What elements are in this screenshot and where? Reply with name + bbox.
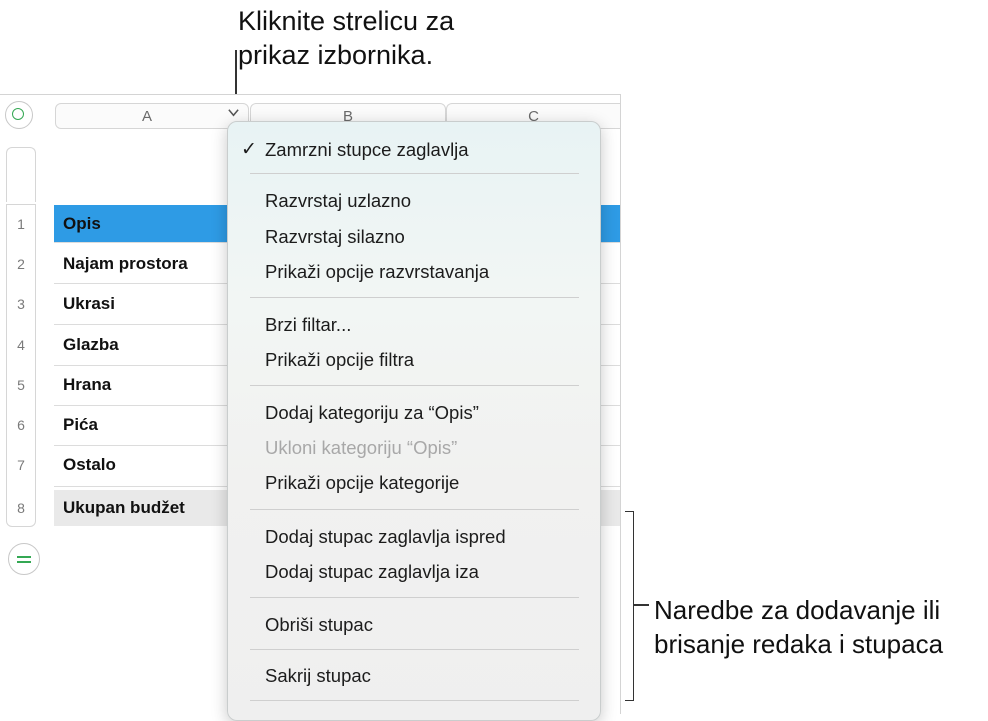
table-cell[interactable]: Hrana <box>54 365 248 405</box>
row-number[interactable]: 7 <box>6 445 36 485</box>
callout-bracket <box>625 511 634 701</box>
row-number[interactable]: 5 <box>6 365 36 405</box>
table-cell[interactable]: Najam prostora <box>54 244 248 284</box>
menu-item-sort-descending[interactable]: Razvrstaj silazno <box>265 224 405 250</box>
row-number[interactable]: 1 <box>6 204 36 244</box>
menu-item-remove-category: Ukloni kategoriju “Opis” <box>265 437 458 458</box>
table-cell-header[interactable]: Opis <box>54 204 248 244</box>
menu-item-delete-column[interactable]: Obriši stupac <box>265 612 373 638</box>
menu-item-hide-column[interactable]: Sakrij stupac <box>265 663 371 689</box>
table-cell[interactable]: Ostalo <box>54 445 248 485</box>
callout-top-line2: prikaz izbornika. <box>238 40 434 70</box>
add-rows-icon[interactable] <box>8 543 40 575</box>
row-number[interactable]: 3 <box>6 284 36 324</box>
column-dropdown-menu: ✓ Zamrzni stupce zaglavlja Razvrstaj uzl… <box>227 121 601 721</box>
menu-item-sort-ascending[interactable]: Razvrstaj uzlazno <box>265 188 411 214</box>
callout-row-column-commands: Naredbe za dodavanje ili brisanje redaka… <box>654 593 984 661</box>
row-number[interactable]: 6 <box>6 405 36 445</box>
menu-separator <box>250 385 579 386</box>
row-number[interactable]: 2 <box>6 244 36 284</box>
callout-bracket-tick <box>633 604 649 606</box>
menu-item-add-category[interactable]: Dodaj kategoriju za “Opis” <box>265 400 479 426</box>
menu-item-add-header-column-after[interactable]: Dodaj stupac zaglavlja iza <box>265 559 479 585</box>
menu-item-show-category-options[interactable]: Prikaži opcije kategorije <box>265 470 459 496</box>
checkmark-icon: ✓ <box>241 139 257 160</box>
row-gutter-top <box>6 147 36 202</box>
menu-separator <box>250 173 579 174</box>
callout-menu-arrow: Kliknite strelicu za prikaz izbornika. <box>238 4 538 72</box>
table-cell-footer[interactable]: Ukupan budžet <box>54 488 248 528</box>
menu-item-quick-filter[interactable]: Brzi filtar... <box>265 312 351 338</box>
menu-separator <box>250 297 579 298</box>
table-cell[interactable]: Glazba <box>54 325 248 365</box>
menu-separator <box>250 700 579 701</box>
callout-top-line1: Kliknite strelicu za <box>238 6 455 36</box>
menu-separator <box>250 597 579 598</box>
row-number[interactable]: 4 <box>6 325 36 365</box>
menu-item-show-filter-options[interactable]: Prikaži opcije filtra <box>265 347 414 373</box>
menu-separator <box>250 509 579 510</box>
table-cell[interactable]: Pića <box>54 405 248 445</box>
callout-right-line1: Naredbe za dodavanje ili <box>654 595 941 625</box>
table-cell[interactable]: Ukrasi <box>54 284 248 324</box>
menu-item-freeze-header-columns[interactable]: Zamrzni stupce zaglavlja <box>265 137 469 163</box>
chevron-down-icon[interactable] <box>227 106 240 119</box>
menu-separator <box>250 649 579 650</box>
menu-item-show-sort-options[interactable]: Prikaži opcije razvrstavanja <box>265 259 489 285</box>
column-header-a[interactable]: A <box>55 103 249 129</box>
menu-item-add-header-column-before[interactable]: Dodaj stupac zaglavlja ispred <box>265 524 506 550</box>
column-header-a-label: A <box>141 108 152 125</box>
table-select-circle-icon[interactable] <box>5 101 33 129</box>
callout-right-line2: brisanje redaka i stupaca <box>654 629 944 659</box>
row-number[interactable]: 8 <box>6 488 36 528</box>
